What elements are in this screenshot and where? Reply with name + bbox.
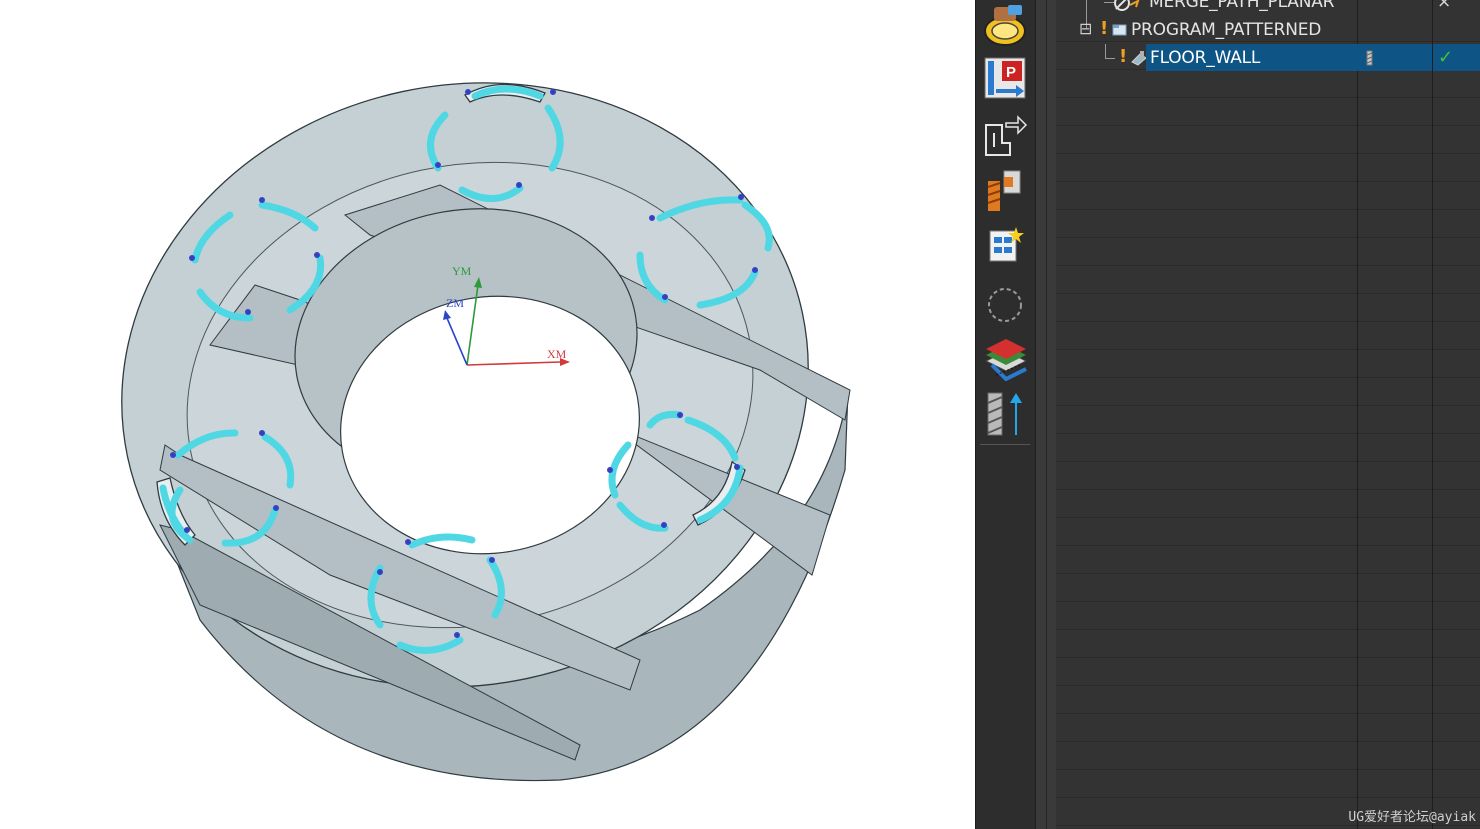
- create-program-icon: P: [984, 57, 1026, 99]
- generate-toolpath-button[interactable]: [980, 332, 1030, 384]
- operation-navigator: MERGE_PATH_PLANAR × ⊟ ! PROGRAM_PATTERNE…: [1056, 0, 1480, 829]
- graphics-viewport[interactable]: XM YM ZM: [0, 0, 975, 829]
- collapse-toggle-icon[interactable]: ⊟: [1079, 19, 1092, 38]
- tool-column-cell: [1358, 44, 1432, 71]
- column-divider: [1357, 0, 1358, 829]
- generate-toolpath-icon: [984, 339, 1028, 381]
- column-divider: [1432, 0, 1433, 829]
- create-operation-button[interactable]: [980, 0, 1030, 52]
- create-geometry-button[interactable]: [980, 108, 1030, 160]
- navigator-item-label: PROGRAM_PATTERNED: [1131, 20, 1322, 40]
- create-tool-button[interactable]: [980, 164, 1030, 216]
- program-folder-icon: [1112, 24, 1127, 36]
- navigator-item-label: MERGE_PATH_PLANAR: [1149, 0, 1335, 12]
- csys-x-label: XM: [547, 347, 567, 361]
- create-program-button[interactable]: P: [980, 52, 1030, 104]
- tool-icon: [1366, 50, 1373, 66]
- toolbar-separator: [980, 444, 1030, 445]
- status-ok-icon: ✓: [1438, 47, 1453, 68]
- csys-y-label: YM: [452, 264, 472, 278]
- tool-axis-button[interactable]: [980, 388, 1030, 440]
- create-geometry-icon: [985, 115, 1028, 156]
- svg-text:P: P: [1006, 64, 1016, 81]
- create-tool-icon: [987, 170, 1021, 211]
- status-column-cell: ✓: [1433, 44, 1480, 71]
- csys-z-label: ZM: [446, 296, 464, 310]
- warning-icon: !: [1119, 46, 1128, 67]
- merge-path-icon: [1114, 0, 1140, 11]
- feature-circle-icon: [988, 288, 1022, 322]
- navigator-row[interactable]: ⊟ ! PROGRAM_PATTERNED: [1056, 16, 1480, 43]
- warning-icon: !: [1100, 18, 1109, 39]
- part-model: XM YM ZM: [121, 82, 851, 782]
- create-method-icon: [989, 227, 1024, 262]
- status-fail-icon: ×: [1437, 0, 1452, 12]
- navigator-row[interactable]: ! FLOOR_WALL ✓: [1056, 44, 1480, 71]
- operation-toolbar: P: [975, 0, 1036, 829]
- create-operation-icon: [984, 5, 1026, 46]
- navigator-item-label: FLOOR_WALL: [1150, 48, 1261, 68]
- navigator-row[interactable]: MERGE_PATH_PLANAR ×: [1056, 0, 1480, 28]
- forum-watermark: UG爱好者论坛@ayiak: [1348, 810, 1476, 825]
- tool-axis-icon: [987, 392, 1022, 436]
- feature-circle-button[interactable]: [980, 276, 1030, 328]
- navigator-scroll-strip: [1035, 0, 1057, 829]
- create-method-button[interactable]: [980, 220, 1030, 272]
